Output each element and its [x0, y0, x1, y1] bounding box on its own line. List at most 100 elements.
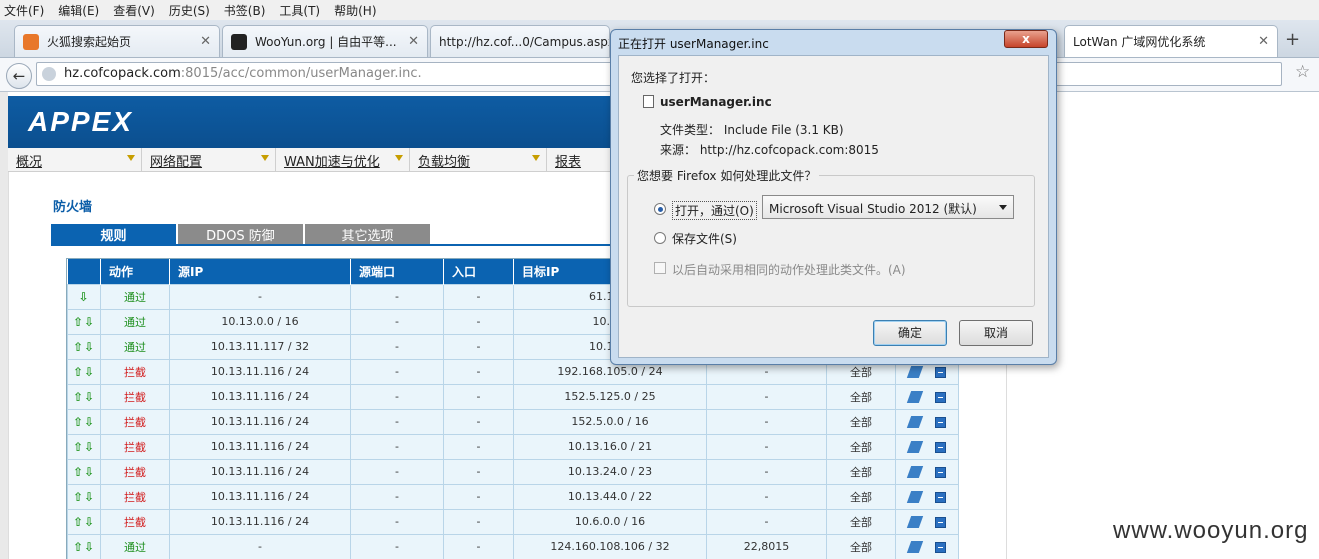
close-icon[interactable]: ✕	[200, 34, 211, 49]
source-port-cell: -	[350, 283, 444, 310]
move-arrows-icon[interactable]: ⇧⇩	[67, 358, 101, 385]
edit-icon[interactable]	[906, 366, 923, 378]
edit-icon[interactable]	[906, 491, 923, 503]
menu-reports[interactable]: 报表	[547, 148, 610, 172]
protocol-cell: 全部	[826, 533, 896, 559]
edit-icon[interactable]	[906, 416, 923, 428]
col-header-source-ip: 源IP	[169, 259, 351, 284]
protocol-cell: 全部	[826, 483, 896, 510]
dest-port-cell: -	[706, 408, 827, 435]
delete-icon[interactable]	[934, 541, 946, 553]
ops-cell	[895, 533, 959, 559]
move-arrows-icon[interactable]: ⇧⇩	[67, 408, 101, 435]
source-ip-cell: 10.13.11.116 / 24	[169, 483, 351, 510]
delete-icon[interactable]	[934, 416, 946, 428]
tab-wooyun[interactable]: WooYun.org | 自由平等... ✕	[222, 25, 428, 57]
move-arrows-icon[interactable]: ⇧⇩	[67, 383, 101, 410]
table-row: ⇧⇩ 拦截 10.13.11.116 / 24- -10.13.44.0 / 22- 全…	[67, 483, 959, 510]
auto-action-checkbox[interactable]	[654, 262, 666, 274]
chevron-down-icon	[999, 205, 1007, 210]
source-ip-cell: -	[169, 283, 351, 310]
tab-firefox-start[interactable]: 火狐搜索起始页 ✕	[14, 25, 220, 57]
handling-question: 您想要 Firefox 如何处理此文件？	[634, 167, 820, 184]
delete-icon[interactable]	[934, 366, 946, 378]
watermark: www.wooyun.org	[1113, 517, 1309, 544]
auto-action-label: 以后自动采用相同的动作处理此类文件。(A)	[672, 263, 906, 277]
source-port-cell: -	[350, 458, 444, 485]
ingress-cell: -	[443, 308, 514, 335]
menu-view[interactable]: 查看(V)	[113, 2, 155, 19]
move-arrows-icon[interactable]: ⇧⇩	[67, 333, 101, 360]
save-file-radio[interactable]	[654, 232, 666, 244]
ok-button[interactable]: 确定	[873, 320, 947, 346]
tab-ddos[interactable]: DDOS 防御	[178, 224, 303, 244]
edit-icon[interactable]	[906, 466, 923, 478]
source-port-cell: -	[350, 308, 444, 335]
move-arrows-icon[interactable]: ⇩	[67, 283, 101, 310]
appex-logo: APPEX	[28, 106, 133, 137]
edit-icon[interactable]	[906, 441, 923, 453]
menu-network-config[interactable]: 网络配置	[142, 148, 276, 172]
menu-load-balance[interactable]: 负载均衡	[410, 148, 547, 172]
menu-file[interactable]: 文件(F)	[4, 2, 44, 19]
menu-overview[interactable]: 概况	[8, 148, 142, 172]
edit-icon[interactable]	[906, 516, 923, 528]
open-with-label[interactable]: 打开，通过(O)	[672, 201, 757, 220]
file-icon	[643, 95, 654, 108]
move-arrows-icon[interactable]: ⇧⇩	[67, 483, 101, 510]
tab-other-options[interactable]: 其它选项	[305, 224, 430, 244]
source-ip-cell: -	[169, 533, 351, 559]
ingress-cell: -	[443, 508, 514, 535]
open-with-radio[interactable]	[654, 203, 666, 215]
col-header-source-port: 源端口	[350, 259, 444, 284]
dialog-close-button[interactable]: x	[1004, 30, 1048, 48]
action-cell: 拦截	[100, 433, 170, 460]
edit-icon[interactable]	[906, 391, 923, 403]
menu-wan-accel[interactable]: WAN加速与优化	[276, 148, 410, 172]
delete-icon[interactable]	[934, 491, 946, 503]
move-arrows-icon[interactable]: ⇧⇩	[67, 508, 101, 535]
ops-cell	[895, 508, 959, 535]
tab-rules[interactable]: 规则	[51, 224, 176, 244]
dialog-filetype: 文件类型： Include File (3.1 KB)	[660, 123, 844, 137]
ingress-cell: -	[443, 333, 514, 360]
action-cell: 通过	[100, 533, 170, 559]
dest-port-cell: -	[706, 383, 827, 410]
delete-icon[interactable]	[934, 441, 946, 453]
menu-tools[interactable]: 工具(T)	[279, 2, 320, 19]
dropdown-arrow-icon	[261, 155, 269, 161]
menu-help[interactable]: 帮助(H)	[334, 2, 376, 19]
menu-bar: 文件(F) 编辑(E) 查看(V) 历史(S) 书签(B) 工具(T) 帮助(H…	[0, 0, 1319, 20]
app-select[interactable]: Microsoft Visual Studio 2012 (默认)	[762, 195, 1014, 219]
delete-icon[interactable]	[934, 466, 946, 478]
close-icon[interactable]: ✕	[408, 34, 419, 49]
table-row: ⇧⇩ 拦截 10.13.11.116 / 24- -152.5.125.0 / 25-…	[67, 383, 959, 410]
menu-bookmarks[interactable]: 书签(B)	[224, 2, 266, 19]
bookmark-star-icon[interactable]: ☆	[1295, 62, 1310, 82]
back-arrow-icon[interactable]: ←	[6, 63, 32, 89]
edit-icon[interactable]	[906, 541, 923, 553]
close-icon[interactable]: ✕	[1258, 34, 1269, 49]
action-cell: 拦截	[100, 358, 170, 385]
source-ip-cell: 10.13.11.116 / 24	[169, 358, 351, 385]
firefox-icon	[23, 33, 39, 50]
tab-campus[interactable]: http://hz.cof...0/Campus.aspx	[430, 25, 610, 57]
move-arrows-icon[interactable]: ⇧⇩	[67, 433, 101, 460]
move-arrows-icon[interactable]: ⇧⇩	[67, 458, 101, 485]
new-tab-plus-icon[interactable]: +	[1285, 29, 1300, 50]
dest-ip-cell: 10.6.0.0 / 16	[513, 508, 707, 535]
save-file-label[interactable]: 保存文件(S)	[672, 230, 737, 247]
cancel-button[interactable]: 取消	[959, 320, 1033, 346]
move-arrows-icon[interactable]: ⇧⇩	[67, 308, 101, 335]
menu-history[interactable]: 历史(S)	[169, 2, 210, 19]
protocol-cell: 全部	[826, 508, 896, 535]
url-text[interactable]: hz.cofcopack.com:8015/acc/common/userMan…	[64, 66, 422, 81]
delete-icon[interactable]	[934, 391, 946, 403]
menu-edit[interactable]: 编辑(E)	[58, 2, 99, 19]
tab-lotwan[interactable]: LotWan 广域网优化系统 ✕	[1064, 25, 1278, 57]
source-port-cell: -	[350, 483, 444, 510]
action-cell: 通过	[100, 333, 170, 360]
move-arrows-icon[interactable]: ⇧⇩	[67, 533, 101, 559]
dest-port-cell: -	[706, 433, 827, 460]
delete-icon[interactable]	[934, 516, 946, 528]
